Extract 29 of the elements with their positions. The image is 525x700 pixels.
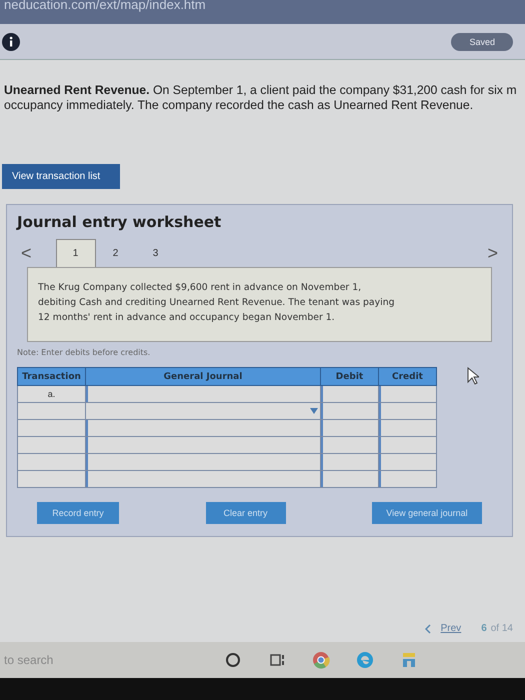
taskbar-search-field[interactable]: to search	[0, 652, 200, 668]
action-button[interactable]: Clear entry	[206, 502, 286, 524]
worksheet-tab[interactable]: 3	[136, 239, 176, 267]
prev-link[interactable]: Prev	[424, 623, 462, 634]
caret-icon	[310, 408, 318, 414]
column-header: Credit	[378, 368, 436, 386]
column-header: Debit	[320, 368, 378, 386]
cursor-icon	[467, 367, 479, 385]
view-transaction-list-button[interactable]: View transaction list	[2, 164, 120, 189]
worksheet-tab[interactable]: 2	[96, 239, 136, 267]
action-button[interactable]: View general journal	[372, 502, 482, 524]
table-cell: a.	[18, 386, 86, 402]
transaction-description: The Krug Company collected $9,600 rent in advance on November 1, debiting Cash and crediting Unearned Rent Revenue. The tenant was paying 12 months' rent in advance and occupancy began November 1.	[27, 267, 492, 342]
page-counter: 6 of 14	[481, 623, 513, 634]
column-header: General Journal	[86, 368, 320, 386]
note-text: Note: Enter debits before credits.	[17, 348, 152, 357]
question-text: Unearned Rent Revenue. On September 1, a client paid the company $31,200 cash for six m	[4, 83, 518, 98]
saved-status: Saved	[451, 32, 513, 50]
info-icon	[2, 32, 20, 50]
browser-icon[interactable]	[312, 651, 330, 669]
column-header: Transaction	[18, 368, 86, 386]
folder-icon[interactable]	[400, 651, 418, 669]
question-text: occupancy immediately. The company recorded the cash as Unearned Rent Revenue.	[4, 98, 474, 113]
browser-icon[interactable]	[356, 651, 374, 669]
action-button[interactable]: Record entry	[37, 502, 119, 524]
worksheet-title: Journal entry worksheet	[17, 213, 222, 231]
worksheet-tab[interactable]: 1	[56, 239, 96, 267]
chevron-left-icon	[424, 624, 431, 634]
circle-icon[interactable]	[224, 651, 242, 669]
